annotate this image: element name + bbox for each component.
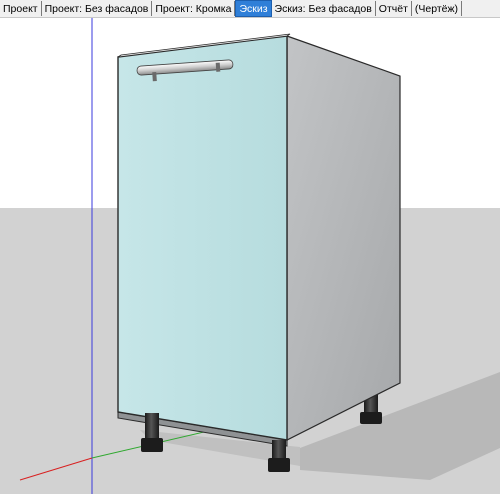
leg-front-left-foot bbox=[141, 438, 163, 452]
tab-project-no-facades[interactable]: Проект: Без фасадов bbox=[42, 1, 153, 16]
leg-front-right-foot bbox=[268, 458, 290, 472]
cabinet-door bbox=[117, 35, 288, 441]
tab-sketch[interactable]: Эскиз bbox=[235, 0, 272, 17]
tab-report[interactable]: Отчёт bbox=[376, 1, 412, 16]
tab-bar: Проект Проект: Без фасадов Проект: Кромк… bbox=[0, 0, 500, 18]
cabinet-side-panel bbox=[286, 35, 401, 441]
tab-sketch-no-facades[interactable]: Эскиз: Без фасадов bbox=[272, 1, 376, 16]
leg-back-right-foot bbox=[360, 412, 382, 424]
tab-project[interactable]: Проект bbox=[0, 1, 42, 16]
3d-viewport[interactable] bbox=[0, 18, 500, 494]
tab-drawing[interactable]: (Чертёж) bbox=[412, 1, 463, 16]
tab-project-edge[interactable]: Проект: Кромка bbox=[152, 1, 236, 16]
